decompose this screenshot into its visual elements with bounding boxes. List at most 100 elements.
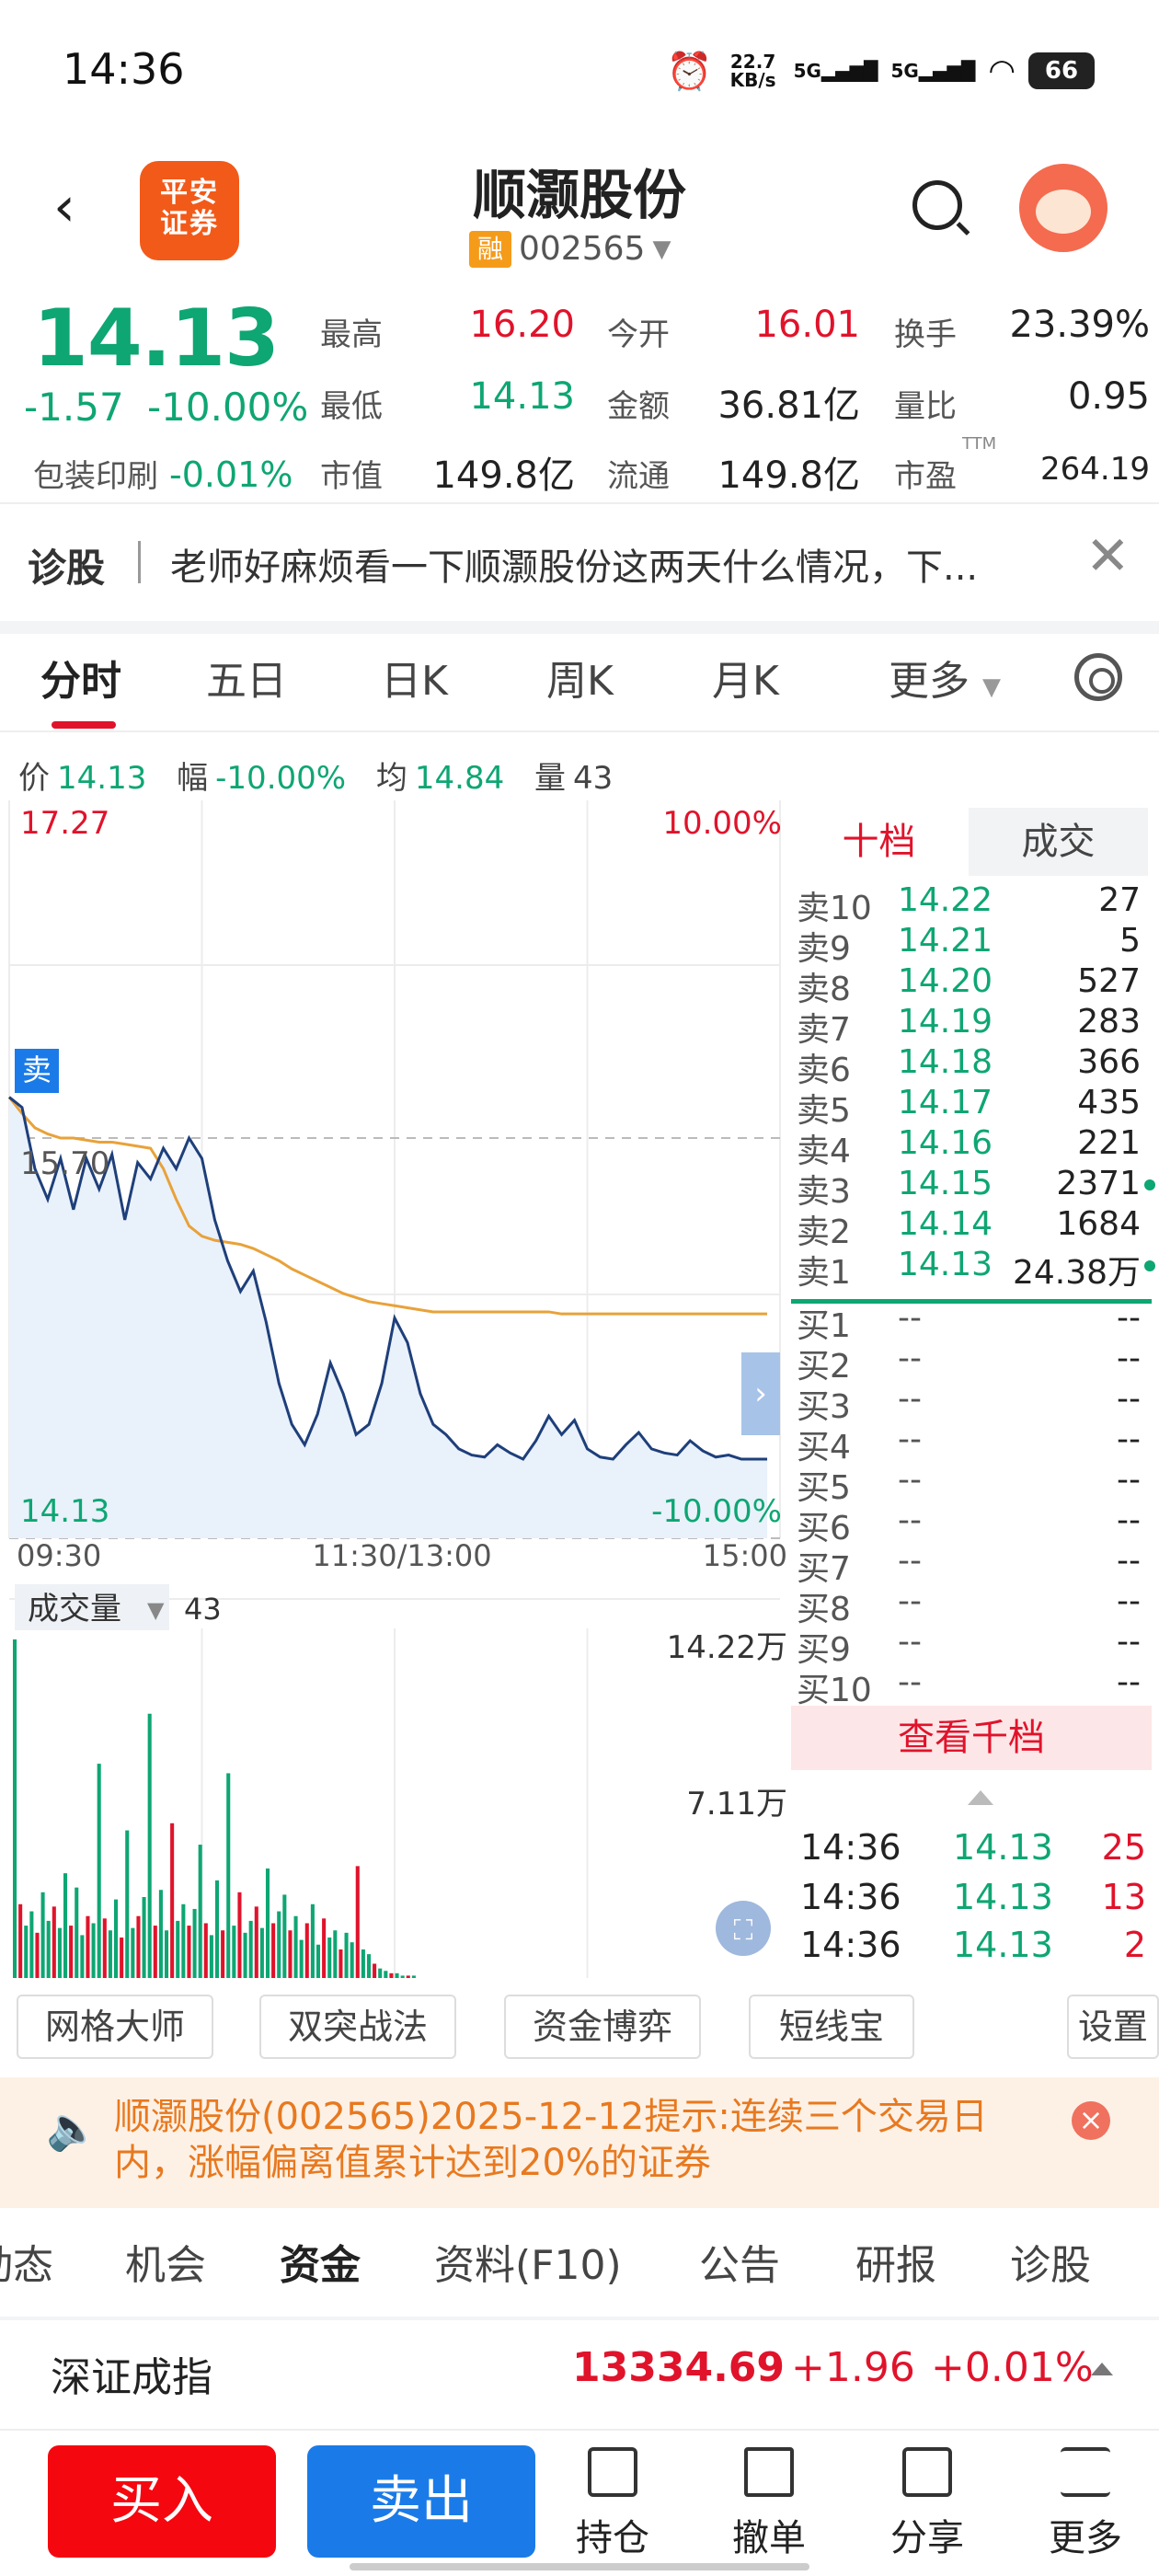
wifi-icon: ◠ [988,52,1016,89]
level-price: -- [898,1380,922,1418]
volume-bar [24,1926,29,1978]
bid-level-row[interactable]: 买2 -- -- [797,1340,1150,1386]
diagnose-banner[interactable]: 诊股 老师好麻烦看一下顺灏股份这两天什么情况，下... ✕ [0,504,1159,624]
avatar[interactable] [1019,164,1107,252]
ask-level-row[interactable]: 卖5 14.17 435 [797,1084,1150,1130]
tab-opportunity[interactable]: 机会 [125,2232,206,2291]
chevron-right-icon: › [754,1375,767,1412]
amount-value: 36.81亿 [717,385,860,427]
tab-levels[interactable]: 十档 [789,808,969,876]
ask-level-row[interactable]: 卖9 14.21 5 [797,922,1150,968]
intraday-chart[interactable]: 17.27 10.00% 15.70 14.13 -10.00% 09:30 1… [0,800,789,1978]
tab-announcements[interactable]: 公告 [699,2232,780,2291]
level-volume: -- [1117,1420,1141,1458]
volume-bar [86,1915,90,1978]
ask-level-row[interactable]: 卖1 14.13 24.38万 [797,1246,1155,1292]
open-label: 今开 [607,316,670,353]
volume-bar [40,1892,45,1978]
volume-bar [181,1903,186,1978]
tab-news[interactable]: 动态 [0,2232,53,2291]
tab-research[interactable]: 研报 [855,2232,936,2291]
ask-level-row[interactable]: 卖4 14.16 221 [797,1124,1150,1170]
order-book-tabs: 十档 成交 [789,808,1148,876]
tab-capital[interactable]: 资金 [280,2232,361,2291]
index-ticker[interactable]: 深证成指 13334.69 +1.96 +0.01% [0,2320,1159,2421]
positions-button[interactable]: 持仓 [557,2447,668,2561]
view-all-levels-button[interactable]: 查看千档 [791,1706,1152,1770]
bid-level-row[interactable]: 买4 -- -- [797,1420,1150,1466]
pe-label: 市盈 [894,458,957,495]
buy-button[interactable]: 买入 [48,2445,276,2558]
tab-daily-k[interactable]: 日K [381,648,448,707]
ask-level-row[interactable]: 卖8 14.20 527 [797,962,1150,1008]
bid-level-row[interactable]: 买3 -- -- [797,1380,1150,1426]
sell-marker-label: 卖 [22,1052,52,1087]
bid-level-row[interactable]: 买5 -- -- [797,1461,1150,1507]
volume-bar [406,1975,410,1978]
tab-diagnose[interactable]: 诊股 [1010,2232,1091,2291]
tab-intraday[interactable]: 分时 [40,648,121,707]
sector-info[interactable]: 包装印刷 -0.01% [33,451,293,496]
volume-bar [158,1890,163,1978]
margin-badge: 融 [469,230,511,268]
volume-bar [389,1972,394,1978]
level-volume: -- [1117,1582,1141,1620]
tab-five-day[interactable]: 五日 [206,648,287,707]
stock-code-selector[interactable]: 融 002565 ▼ [469,230,671,268]
volume-bar [271,1923,276,1978]
volume-bar [232,1926,236,1978]
high-label: 最高 [320,316,383,353]
volume-bar [75,1887,79,1978]
cancel-order-button[interactable]: 撤单 [714,2447,824,2561]
bid-level-row[interactable]: 买6 -- -- [797,1501,1150,1547]
double-break-button[interactable]: 双突战法 [259,1995,456,2059]
close-icon[interactable]: ✕ [1085,524,1130,587]
bid-level-row[interactable]: 买1 -- -- [797,1299,1150,1345]
ask-level-row[interactable]: 卖6 14.18 366 [797,1043,1150,1089]
ask-level-row[interactable]: 卖2 14.14 1684 [797,1205,1150,1251]
sell-button[interactable]: 卖出 [307,2445,535,2558]
tab-more[interactable]: 更多 ▼ [889,648,1001,707]
tick-row: 14:36 14.13 25 [800,1827,1146,1868]
volume-bar [304,1923,309,1978]
stock-code: 002565 [519,230,646,268]
short-term-button[interactable]: 短线宝 [749,1995,914,2059]
chevron-up-icon[interactable] [1091,2363,1113,2375]
capital-game-button[interactable]: 资金博弈 [504,1995,701,2059]
level-price: -- [898,1461,922,1499]
volume-mid-label: 7.11万 [686,1786,787,1823]
close-icon[interactable]: × [1072,2101,1110,2140]
level-price: 14.21 [898,922,993,960]
svg-text:⛶: ⛶ [734,1915,753,1947]
volume-top-label: 14.22万 [667,1629,787,1666]
more-button[interactable]: 更多 [1030,2447,1141,2561]
volume-bar [373,1963,377,1978]
grid-master-button[interactable]: 网格大师 [17,1995,213,2059]
ask-level-row[interactable]: 卖7 14.19 283 [797,1003,1150,1049]
search-icon[interactable] [912,180,962,230]
bid-level-row[interactable]: 买8 -- -- [797,1582,1150,1628]
level-volume: 366 [1077,1043,1141,1081]
risk-notice[interactable]: 🔈 顺灏股份(002565)2025-12-12提示:连续三个交易日内，涨幅偏离… [0,2077,1159,2208]
ask-level-row[interactable]: 卖3 14.15 2371 [797,1165,1155,1211]
active-tab-indicator [52,721,116,729]
share-button[interactable]: 分享 [872,2447,982,2561]
tab-weekly-k[interactable]: 周K [546,648,614,707]
tab-f10[interactable]: 资料(F10) [434,2232,622,2291]
bid-level-row[interactable]: 买9 -- -- [797,1623,1150,1669]
volume-bar [339,1949,343,1978]
ask-level-row[interactable]: 卖10 14.22 27 [797,881,1150,927]
tab-trades[interactable]: 成交 [969,808,1148,876]
collapse-up-icon[interactable] [968,1790,993,1805]
volume-bar [46,1920,51,1978]
volume-bar [198,1845,202,1978]
diagnose-message: 老师好麻烦看一下顺灏股份这两天什么情况，下... [170,546,979,589]
gear-icon[interactable] [1074,653,1122,701]
bid-level-row[interactable]: 买7 -- -- [797,1542,1150,1588]
tab-monthly-k[interactable]: 月K [712,648,779,707]
vol-ratio-label: 量比 [894,388,957,425]
settings-button[interactable]: 设置 [1067,1995,1159,2059]
top-price-label: 17.27 [20,805,109,842]
level-volume: 2371 [1056,1165,1141,1202]
bid-level-row[interactable]: 买10 -- -- [797,1663,1150,1709]
